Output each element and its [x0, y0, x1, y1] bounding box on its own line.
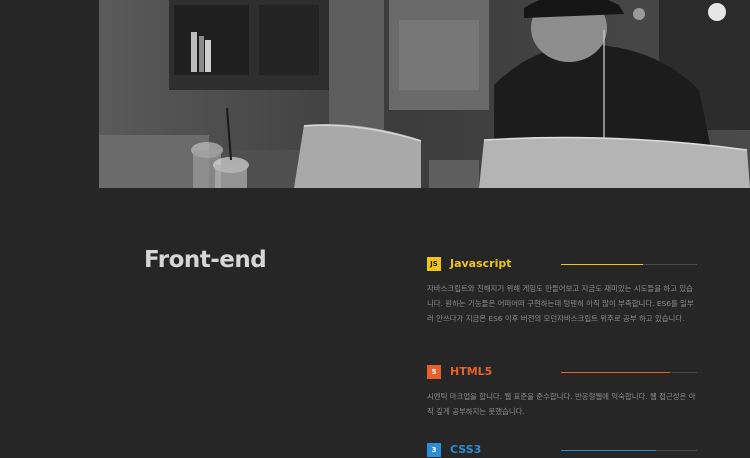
skill-header: 5 HTML5 [427, 364, 697, 380]
skill-html5: 5 HTML5 시멘틱 마크업을 합니다. 웹 표준을 준수합니다. 반응형웹에… [427, 364, 697, 419]
skill-level-bar [561, 264, 697, 265]
css3-icon: 3 [427, 443, 441, 457]
skill-css3: 3 CSS3 [427, 442, 697, 458]
skill-level-bar [561, 450, 697, 451]
skill-name: CSS3 [450, 443, 482, 456]
skill-level-fill [561, 450, 657, 451]
hero-photo-illustration [99, 0, 750, 188]
skill-name: Javascript [450, 257, 512, 270]
skill-header: JS Javascript [427, 256, 697, 272]
skill-name: HTML5 [450, 365, 493, 378]
skill-level-fill [561, 264, 643, 265]
hero-photo [99, 0, 750, 188]
section-title: Front-end [144, 247, 267, 273]
js-icon: JS [427, 257, 441, 271]
skill-level-bar [561, 372, 697, 373]
html5-icon: 5 [427, 365, 441, 379]
skill-level-fill [561, 372, 670, 373]
skill-javascript: JS Javascript 자바스크립트와 친해지기 위해 게임도 만들어보고 … [427, 256, 697, 326]
skill-description: 자바스크립트와 친해지기 위해 게임도 만들어보고 지금도 재미있는 시도들을 … [427, 284, 694, 323]
skill-description: 시멘틱 마크업을 합니다. 웹 표준을 준수합니다. 반응형웹에 익숙합니다. … [427, 392, 696, 416]
skill-header: 3 CSS3 [427, 442, 697, 458]
